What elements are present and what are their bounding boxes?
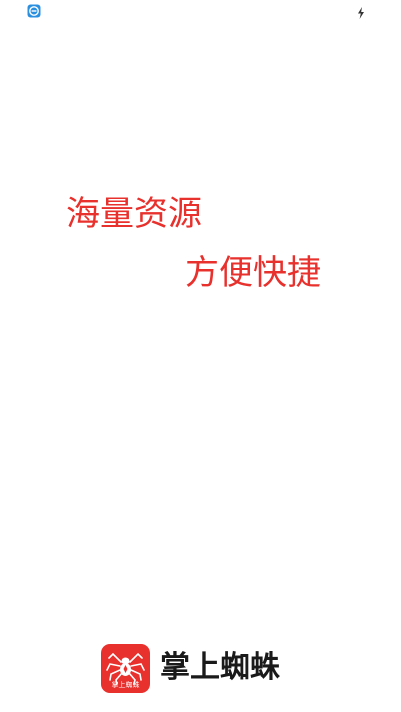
slogan-line-2: 方便快捷 (185, 253, 321, 293)
status-bar (0, 0, 401, 22)
brand-name: 掌上蜘蛛 (160, 650, 280, 685)
brand-logo-caption: 掌上蜘蛛 (111, 680, 140, 689)
charging-bolt-icon (357, 4, 365, 19)
brand-logo: 掌上蜘蛛 (101, 643, 150, 693)
app-notification-icon (27, 3, 41, 18)
brand-footer: 掌上蜘蛛 掌上蜘蛛 (101, 643, 280, 693)
slogan-line-1: 海量资源 (66, 194, 202, 234)
